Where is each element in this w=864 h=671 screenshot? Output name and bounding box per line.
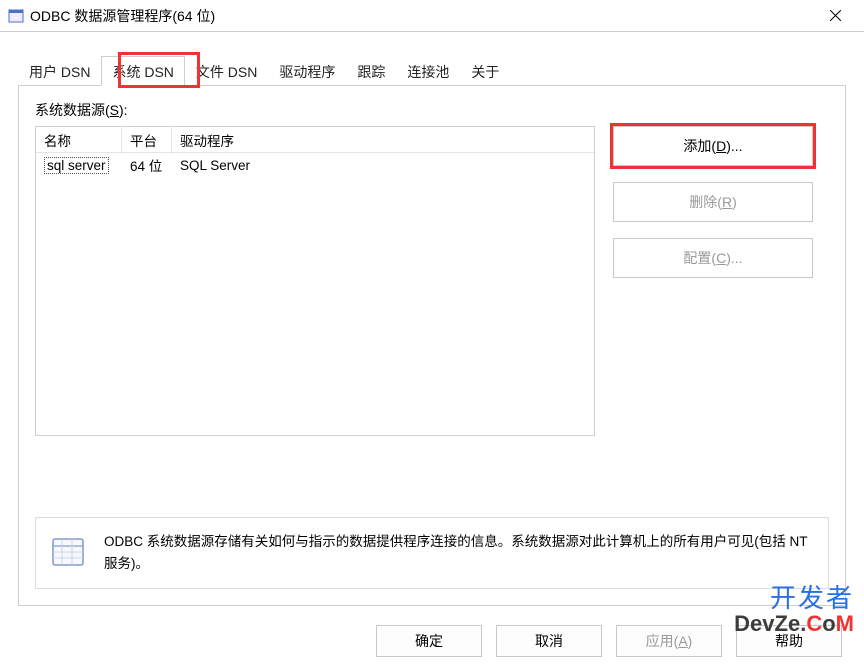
- tab-file-dsn[interactable]: 文件 DSN: [185, 56, 268, 85]
- cell-name: sql server: [36, 155, 122, 176]
- window-title: ODBC 数据源管理程序(64 位): [30, 6, 814, 26]
- col-driver[interactable]: 驱动程序: [172, 126, 594, 154]
- tab-panel: 系统数据源(S): 名称 平台 驱动程序 sql server 64 位 SQL…: [18, 86, 846, 606]
- tab-pooling[interactable]: 连接池: [396, 56, 460, 85]
- titlebar: ODBC 数据源管理程序(64 位): [0, 0, 864, 32]
- tab-drivers[interactable]: 驱动程序: [268, 56, 346, 85]
- cell-driver: SQL Server: [172, 156, 594, 175]
- table-row[interactable]: sql server 64 位 SQL Server: [36, 153, 594, 177]
- cancel-button[interactable]: 取消: [496, 625, 602, 657]
- col-name[interactable]: 名称: [36, 126, 122, 154]
- help-button[interactable]: 帮助: [736, 625, 842, 657]
- close-button[interactable]: [814, 0, 856, 32]
- col-platform[interactable]: 平台: [122, 126, 172, 154]
- datasource-list[interactable]: 名称 平台 驱动程序 sql server 64 位 SQL Server: [35, 126, 595, 436]
- apply-button[interactable]: 应用(A): [616, 625, 722, 657]
- info-text: ODBC 系统数据源存储有关如何与指示的数据提供程序连接的信息。系统数据源对此计…: [104, 531, 814, 574]
- tabs: 用户 DSN 系统 DSN 文件 DSN 驱动程序 跟踪 连接池 关于: [18, 56, 846, 86]
- side-buttons: 添加(D)... 删除(R) 配置(C)...: [613, 126, 813, 436]
- dialog-footer: 确定 取消 应用(A) 帮助: [376, 625, 842, 657]
- app-icon: [8, 8, 24, 24]
- add-button[interactable]: 添加(D)...: [613, 126, 813, 166]
- ok-button[interactable]: 确定: [376, 625, 482, 657]
- configure-button[interactable]: 配置(C)...: [613, 238, 813, 278]
- remove-button[interactable]: 删除(R): [613, 182, 813, 222]
- info-icon: [50, 534, 86, 573]
- info-box: ODBC 系统数据源存储有关如何与指示的数据提供程序连接的信息。系统数据源对此计…: [35, 517, 829, 589]
- list-header: 名称 平台 驱动程序: [36, 127, 594, 153]
- cell-platform: 64 位: [122, 153, 172, 177]
- tab-system-dsn[interactable]: 系统 DSN: [101, 56, 184, 86]
- tab-tracing[interactable]: 跟踪: [346, 56, 396, 85]
- tab-user-dsn[interactable]: 用户 DSN: [18, 56, 101, 85]
- tab-about[interactable]: 关于: [460, 56, 510, 85]
- datasource-label: 系统数据源(S):: [35, 100, 829, 120]
